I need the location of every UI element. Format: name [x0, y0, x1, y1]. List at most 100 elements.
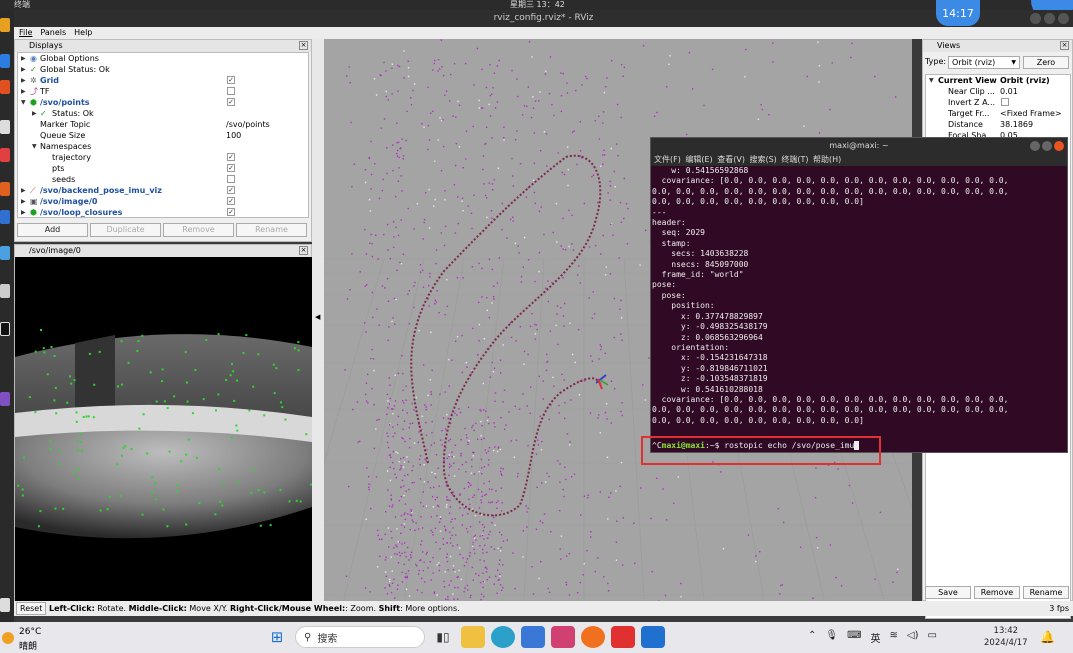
tree-row[interactable]: ▶ ⬢/svo/loop_closures ✓ [18, 207, 308, 218]
menu-help[interactable]: Help [74, 27, 92, 39]
firefox-icon[interactable] [0, 18, 10, 32]
invert-z-checkbox[interactable] [1001, 98, 1009, 106]
terminal-titlebar[interactable]: maxi@maxi: ~ [651, 138, 1067, 154]
rviz-titlebar[interactable]: rviz_config.rviz* - RViz [14, 10, 1073, 27]
view-type-select[interactable]: Orbit (rviz) ▼ [948, 56, 1020, 69]
seeds-checkbox[interactable] [227, 175, 235, 183]
tree-row[interactable]: Queue Size 100 [18, 130, 308, 141]
activities-label[interactable]: 终端 [14, 0, 30, 10]
tree-row[interactable]: ▶ ⤴ TF [18, 86, 308, 97]
tree-row[interactable]: trajectory ✓ [18, 152, 308, 163]
terminal-minimize-button[interactable] [1030, 141, 1040, 151]
menu-file[interactable]: File [19, 27, 32, 39]
save-view-button[interactable]: Save [925, 586, 971, 599]
view-prop-row[interactable]: Distance 38.1869 [926, 119, 1070, 130]
rviz-dock-icon[interactable] [0, 392, 10, 406]
maximize-button[interactable] [1044, 13, 1055, 24]
current-view-row[interactable]: ▼ Current View Orbit (rviz) [926, 75, 1070, 86]
vmware-icon[interactable] [611, 626, 635, 648]
minimize-button[interactable] [1030, 13, 1041, 24]
terminal-dock-icon[interactable] [0, 322, 10, 336]
view-prop-row[interactable]: Near Clip ... 0.01 [926, 86, 1070, 97]
firefox-taskbar-icon[interactable] [581, 626, 605, 648]
apps-grid-icon[interactable] [0, 598, 10, 612]
rename-button[interactable]: Rename [236, 223, 307, 237]
tree-row[interactable]: pts ✓ [18, 163, 308, 174]
points-checkbox[interactable]: ✓ [227, 98, 235, 106]
displays-tree[interactable]: ▶ ◉ Global Options ▶ ✓ Global Status: Ok ▶ ✲ G… [17, 52, 309, 218]
close-button[interactable] [1058, 13, 1069, 24]
tf-checkbox[interactable] [227, 87, 235, 95]
tree-row[interactable]: ▶ ▣/svo/image/0 ✓ [18, 196, 308, 207]
wifi-icon[interactable]: ≋ [890, 630, 898, 645]
disk-icon[interactable] [0, 284, 10, 298]
ime-indicator[interactable]: 英 [871, 630, 881, 645]
launcher-dock [0, 10, 14, 627]
writer-icon[interactable] [0, 120, 10, 134]
remove-view-button[interactable]: Remove [974, 586, 1020, 599]
files-icon[interactable] [0, 80, 10, 94]
battery-icon[interactable]: ▭ [928, 630, 937, 645]
zero-button[interactable]: Zero [1023, 56, 1069, 69]
tree-row[interactable]: ▶ ✓ Global Status: Ok [18, 64, 308, 75]
notification-bell-icon[interactable]: 🔔 [1040, 630, 1055, 644]
rename-view-button[interactable]: Rename [1023, 586, 1069, 599]
grid-checkbox[interactable]: ✓ [227, 76, 235, 84]
reset-button[interactable]: Reset [16, 602, 47, 615]
microphone-icon[interactable]: 🎙 [825, 630, 838, 645]
tree-row[interactable]: seeds [18, 174, 308, 185]
view-prop-row[interactable]: Invert Z A... [926, 97, 1070, 108]
feishu-icon[interactable] [641, 626, 665, 648]
help-icon[interactable] [0, 210, 10, 224]
trajectory-checkbox[interactable]: ✓ [227, 153, 235, 161]
view-prop-row[interactable]: Target Fr... <Fixed Frame> [926, 108, 1070, 119]
remove-button[interactable]: Remove [163, 223, 234, 237]
settings-icon[interactable] [0, 246, 10, 260]
taskbar-search[interactable]: ⚲ 搜索 [295, 626, 425, 648]
tree-row[interactable]: ▶ ◉ Global Options [18, 53, 308, 64]
weather-widget[interactable]: 26°C 晴朗 [2, 626, 52, 652]
add-button[interactable]: Add [17, 223, 88, 237]
edge-icon[interactable] [491, 626, 515, 648]
close-panel-icon[interactable]: × [299, 41, 308, 50]
tree-row[interactable]: ▼ Namespaces [18, 141, 308, 152]
volume-icon[interactable]: ◁) [907, 630, 919, 645]
software-icon[interactable] [0, 148, 10, 162]
duplicate-button[interactable]: Duplicate [90, 223, 161, 237]
terminal-line: 0.0, 0.0, 0.0, 0.0, 0.0, 0.0, 0.0, 0.0, … [652, 405, 1009, 415]
system-clock[interactable]: 星期三 13：42 [510, 0, 565, 10]
task-view-icon[interactable]: ▮▯ [431, 626, 455, 648]
start-icon[interactable]: ⊞ [265, 626, 289, 648]
appstore-icon[interactable] [0, 182, 10, 196]
camera-image-view[interactable] [15, 257, 312, 601]
keyboard-icon[interactable]: ⌨ [847, 630, 861, 645]
tree-row[interactable]: ▶ ✲ Grid ✓ [18, 75, 308, 86]
tree-row[interactable]: ▼ ⬢/svo/points ✓ [18, 97, 308, 108]
pts-checkbox[interactable]: ✓ [227, 164, 235, 172]
close-panel-icon[interactable]: × [299, 246, 308, 255]
store-icon[interactable] [521, 626, 545, 648]
tree-row[interactable]: ▶ ⟋/svo/backend_pose_imu_viz ✓ [18, 185, 308, 196]
menu-panels[interactable]: Panels [40, 27, 66, 39]
backend-pose-checkbox[interactable]: ✓ [227, 186, 235, 194]
tree-row[interactable]: Marker Topic/svo/points [18, 119, 308, 130]
collapse-left-icon[interactable]: ◀ [315, 313, 320, 321]
terminal-maximize-button[interactable] [1042, 141, 1052, 151]
image-checkbox[interactable]: ✓ [227, 197, 235, 205]
loop-closures-checkbox[interactable]: ✓ [227, 208, 235, 216]
panel-splitter[interactable]: ◀ [312, 39, 324, 601]
terminal-window[interactable]: maxi@maxi: ~ 文件(F) 编辑(E) 查看(V) 搜索(S) 终端(… [650, 137, 1068, 453]
close-panel-icon[interactable]: × [1060, 41, 1069, 50]
file-explorer-icon[interactable] [461, 626, 485, 648]
tree-row[interactable]: ▶ ✓ Status: Ok [18, 108, 308, 119]
chevron-up-icon[interactable]: ⌃ [808, 630, 816, 645]
taskbar-clock[interactable]: 13:42 2024/4/17 [984, 625, 1028, 649]
snipping-icon[interactable] [551, 626, 575, 648]
terminal-close-button[interactable] [1054, 141, 1064, 151]
terminal-menubar[interactable]: 文件(F) 编辑(E) 查看(V) 搜索(S) 终端(T) 帮助(H) [651, 154, 1067, 166]
system-top-bar: 终端 星期三 13：42 [0, 0, 1073, 10]
thunderbird-icon[interactable] [0, 54, 10, 68]
queue-size-value[interactable]: 100 [226, 130, 241, 141]
view-type-label: Type: [925, 57, 947, 66]
marker-topic-value[interactable]: /svo/points [226, 119, 270, 130]
